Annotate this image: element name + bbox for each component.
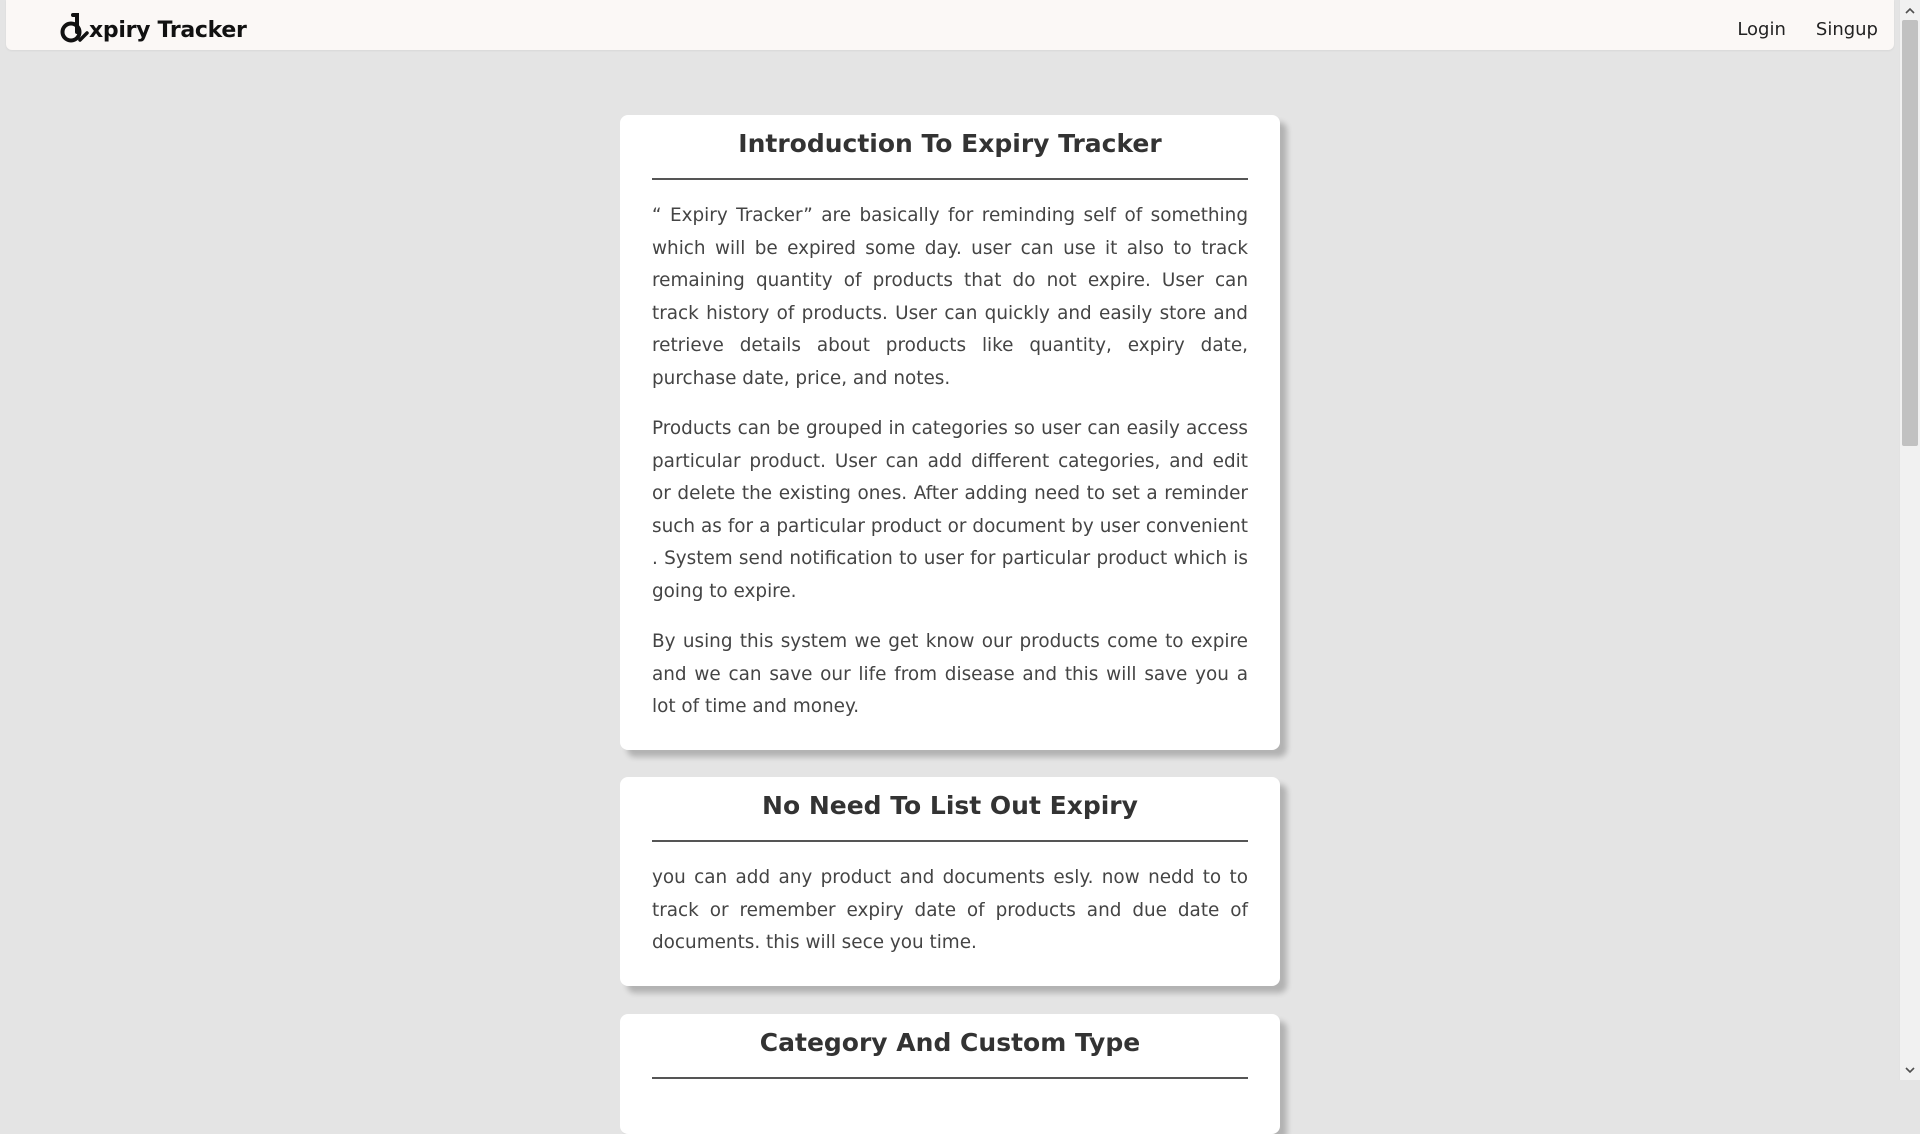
scroll-down-arrow-icon[interactable] (1900, 1060, 1920, 1080)
scroll-up-arrow-icon[interactable] (1900, 0, 1920, 20)
card-paragraph: By using this system we get know our pro… (652, 631, 1248, 717)
nav-links: Login Singup (1707, 0, 1878, 58)
brand-logo-link[interactable]: xpiry Tracker (60, 8, 247, 44)
no-need-card: No Need To List Out Expiry you can add a… (620, 777, 1280, 986)
login-link[interactable]: Login (1737, 19, 1786, 40)
card-paragraph: you can add any product and documents es… (652, 867, 1248, 953)
card-body: “ Expiry Tracker” are basically for remi… (652, 200, 1248, 724)
card-title: Category And Custom Type (652, 1028, 1248, 1079)
expiry-tracker-logo-icon (60, 13, 89, 43)
scrollbar-thumb[interactable] (1902, 20, 1918, 446)
page-scrollbar[interactable] (1899, 0, 1920, 1080)
card-paragraph: “ Expiry Tracker” are basically for remi… (652, 205, 1248, 389)
card-title: Introduction To Expiry Tracker (652, 129, 1248, 180)
signup-link[interactable]: Singup (1816, 19, 1878, 40)
brand-name: xpiry Tracker (89, 18, 247, 43)
card-paragraph: Products can be grouped in categories so… (652, 418, 1248, 602)
category-card: Category And Custom Type (620, 1014, 1280, 1134)
intro-card: Introduction To Expiry Tracker “ Expiry … (620, 115, 1280, 750)
top-navbar: xpiry Tracker Login Singup (6, 0, 1894, 50)
card-body: you can add any product and documents es… (652, 862, 1248, 960)
card-title: No Need To List Out Expiry (652, 791, 1248, 842)
